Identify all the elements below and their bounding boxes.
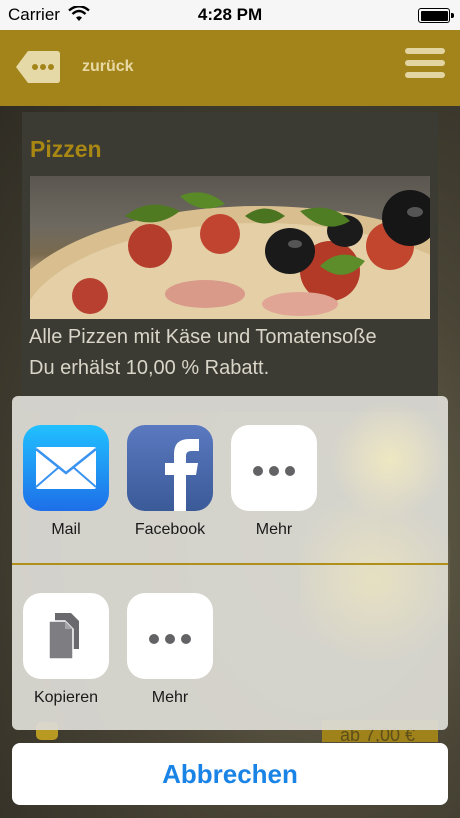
status-time: 4:28 PM	[197, 5, 263, 24]
action-more-label: Mehr	[151, 689, 189, 706]
pizza-photo	[30, 176, 430, 319]
status-bar: Carrier 4:28 PM	[0, 0, 460, 30]
share-sheet-divider	[12, 563, 448, 565]
hamburger-menu-icon[interactable]	[405, 48, 445, 84]
action-copy[interactable]: Kopieren	[16, 593, 116, 707]
share-more[interactable]: Mehr	[224, 425, 324, 539]
mail-icon[interactable]	[23, 425, 109, 511]
category-title: Pizzen	[30, 136, 102, 162]
share-mail[interactable]: Mail	[16, 425, 116, 539]
battery-icon	[418, 8, 454, 23]
facebook-icon[interactable]	[127, 425, 213, 511]
more-icon[interactable]	[231, 425, 317, 511]
nav-bar: zurück	[0, 30, 460, 106]
copy-icon[interactable]	[23, 593, 109, 679]
share-facebook[interactable]: Facebook	[120, 425, 220, 539]
description-line-1: Alle Pizzen mit Käse und Tomatensoße	[29, 326, 377, 348]
share-facebook-label: Facebook	[134, 521, 206, 538]
action-copy-label: Kopieren	[33, 689, 99, 706]
share-mail-label: Mail	[51, 521, 81, 538]
action-more[interactable]: Mehr	[120, 593, 220, 707]
share-more-label: Mehr	[255, 521, 293, 538]
description-line-2: Du erhälst 10,00 % Rabatt.	[29, 357, 270, 379]
more-icon[interactable]	[127, 593, 213, 679]
back-bubble-icon[interactable]	[14, 48, 62, 86]
category-description: Alle Pizzen mit Käse und Tomatensoße Du …	[29, 322, 377, 384]
back-label[interactable]: zurück	[82, 58, 134, 76]
cancel-button[interactable]: Abbrechen	[12, 743, 448, 805]
